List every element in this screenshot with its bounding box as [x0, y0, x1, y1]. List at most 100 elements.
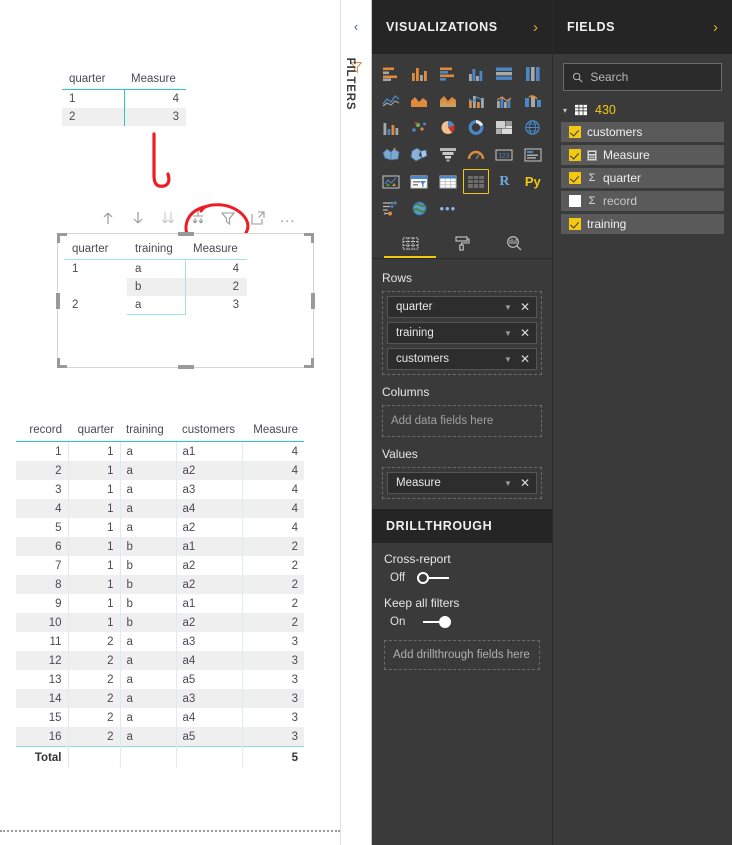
- remove-field-icon[interactable]: ✕: [520, 301, 530, 313]
- table-row[interactable]: 4 1 a a4 4: [16, 499, 304, 518]
- table-row[interactable]: 1 4: [62, 89, 186, 108]
- scatter-chart-icon[interactable]: [406, 115, 432, 140]
- slicer-icon[interactable]: [406, 169, 432, 194]
- column-header-customers[interactable]: customers: [176, 420, 242, 442]
- ribbon-chart-icon[interactable]: [520, 88, 546, 113]
- well-field-training[interactable]: training ▼ ✕: [387, 322, 537, 344]
- line-and-clustered-column-chart-icon[interactable]: [491, 88, 517, 113]
- resize-handle[interactable]: [311, 358, 314, 368]
- values-well[interactable]: Measure ▼ ✕: [382, 467, 542, 499]
- table-row[interactable]: 13 2 a a5 3: [16, 670, 304, 689]
- stacked-column-chart-icon[interactable]: [406, 61, 432, 86]
- more-visuals-icon[interactable]: •••: [435, 196, 461, 221]
- focus-mode-icon[interactable]: [250, 210, 266, 226]
- funnel-icon[interactable]: [435, 142, 461, 167]
- stacked-bar-chart-icon[interactable]: [378, 61, 404, 86]
- table-row[interactable]: 6 1 b a1 2: [16, 537, 304, 556]
- chevron-down-icon[interactable]: ▼: [504, 329, 512, 338]
- filter-icon[interactable]: [220, 210, 236, 226]
- field-row-record[interactable]: Σrecord: [561, 191, 724, 211]
- toggle-knob[interactable]: [417, 572, 429, 584]
- chevron-down-icon[interactable]: ▼: [504, 479, 512, 488]
- column-header-measure[interactable]: Measure: [242, 420, 304, 442]
- visualization-type-grid[interactable]: 123 R Py •••: [372, 54, 552, 225]
- field-checkbox[interactable]: [569, 172, 581, 184]
- gauge-icon[interactable]: [463, 142, 489, 167]
- matrix-visual[interactable]: quarter training Measure 1 a 4 b 2 2 a 3: [56, 232, 315, 369]
- table-row[interactable]: b 2: [64, 278, 247, 296]
- search-input[interactable]: [590, 70, 713, 84]
- shape-map-icon[interactable]: [406, 142, 432, 167]
- pie-chart-icon[interactable]: [435, 115, 461, 140]
- column-header-training[interactable]: training: [127, 240, 185, 260]
- resize-handle[interactable]: [57, 358, 60, 368]
- 100-percent-stacked-column-chart-icon[interactable]: [520, 61, 546, 86]
- r-script-visual-icon[interactable]: R: [491, 169, 517, 194]
- column-header-measure[interactable]: Measure: [185, 240, 247, 260]
- field-checkbox[interactable]: [569, 126, 581, 138]
- table-row[interactable]: 7 1 b a2 2: [16, 556, 304, 575]
- resize-handle[interactable]: [177, 232, 194, 236]
- table-row[interactable]: 2 a 3: [64, 296, 247, 315]
- column-header-record[interactable]: record: [16, 420, 68, 442]
- clustered-bar-chart-icon[interactable]: [435, 61, 461, 86]
- stacked-area-chart-icon[interactable]: [435, 88, 461, 113]
- field-row-quarter[interactable]: Σquarter: [561, 168, 724, 188]
- toggle-track[interactable]: [417, 571, 451, 585]
- python-visual-icon[interactable]: Py: [520, 169, 546, 194]
- analytics-tab[interactable]: [488, 225, 540, 258]
- chevron-down-icon[interactable]: ▼: [504, 303, 512, 312]
- line-and-stacked-column-chart-icon[interactable]: [463, 88, 489, 113]
- toggle-track[interactable]: [417, 615, 451, 629]
- chevron-down-icon[interactable]: ▼: [504, 355, 512, 364]
- 100-percent-stacked-bar-chart-icon[interactable]: [491, 61, 517, 86]
- field-row-customers[interactable]: customers: [561, 122, 724, 142]
- resize-handle[interactable]: [56, 292, 60, 309]
- visual-header-toolbar[interactable]: ...: [100, 210, 296, 226]
- table-row[interactable]: 9 1 b a1 2: [16, 594, 304, 613]
- table-row[interactable]: 14 2 a a3 3: [16, 689, 304, 708]
- map-icon[interactable]: [520, 115, 546, 140]
- table-row[interactable]: 10 1 b a2 2: [16, 613, 304, 632]
- field-list[interactable]: customers Measure Σquarter Σrecord training: [553, 122, 732, 234]
- resize-handle[interactable]: [311, 292, 315, 309]
- multi-row-card-icon[interactable]: [520, 142, 546, 167]
- filters-rail[interactable]: ‹ FILTERS: [340, 0, 372, 845]
- drill-down-icon[interactable]: [130, 210, 146, 226]
- remove-field-icon[interactable]: ✕: [520, 327, 530, 339]
- field-checkbox[interactable]: [569, 195, 581, 207]
- well-field-measure[interactable]: Measure ▼ ✕: [387, 472, 537, 494]
- go-to-next-level-icon[interactable]: [160, 210, 176, 226]
- matrix-icon[interactable]: [463, 169, 490, 194]
- fields-table-node[interactable]: ▾ 430: [553, 97, 732, 122]
- cross-report-toggle[interactable]: Off: [384, 571, 540, 585]
- treemap-icon[interactable]: [491, 115, 517, 140]
- field-row-measure[interactable]: Measure: [561, 145, 724, 165]
- toggle-knob[interactable]: [439, 616, 451, 628]
- rows-well[interactable]: quarter ▼ ✕ training ▼ ✕ customers ▼ ✕: [382, 291, 542, 375]
- resize-handle[interactable]: [177, 365, 194, 369]
- column-header-quarter[interactable]: quarter: [62, 70, 124, 90]
- table-row[interactable]: 12 2 a a4 3: [16, 651, 304, 670]
- filled-map-icon[interactable]: [378, 142, 404, 167]
- drill-up-icon[interactable]: [100, 210, 116, 226]
- line-chart-icon[interactable]: [378, 88, 404, 113]
- collapse-arrow-icon[interactable]: ▾: [563, 106, 567, 115]
- field-checkbox[interactable]: [569, 149, 581, 161]
- format-tab[interactable]: [436, 225, 488, 258]
- area-chart-icon[interactable]: [406, 88, 432, 113]
- more-options-button[interactable]: ...: [280, 210, 296, 225]
- expand-visualizations-chevron-icon[interactable]: ›: [533, 20, 538, 35]
- table-row[interactable]: 1 a 4: [64, 259, 247, 278]
- expand-all-down-one-level-icon[interactable]: [190, 210, 206, 226]
- collapse-filters-chevron-icon[interactable]: ‹: [354, 20, 358, 33]
- detail-data-table[interactable]: record quarter training customers Measur…: [16, 420, 304, 768]
- kpi-icon[interactable]: [378, 169, 404, 194]
- table-row[interactable]: 2 3: [62, 108, 186, 126]
- table-row[interactable]: 11 2 a a3 3: [16, 632, 304, 651]
- arcgis-map-icon[interactable]: [406, 196, 432, 221]
- well-field-customers[interactable]: customers ▼ ✕: [387, 348, 537, 370]
- fields-tab[interactable]: [384, 225, 436, 258]
- donut-chart-icon[interactable]: [463, 115, 489, 140]
- table-row[interactable]: 1 1 a a1 4: [16, 441, 304, 461]
